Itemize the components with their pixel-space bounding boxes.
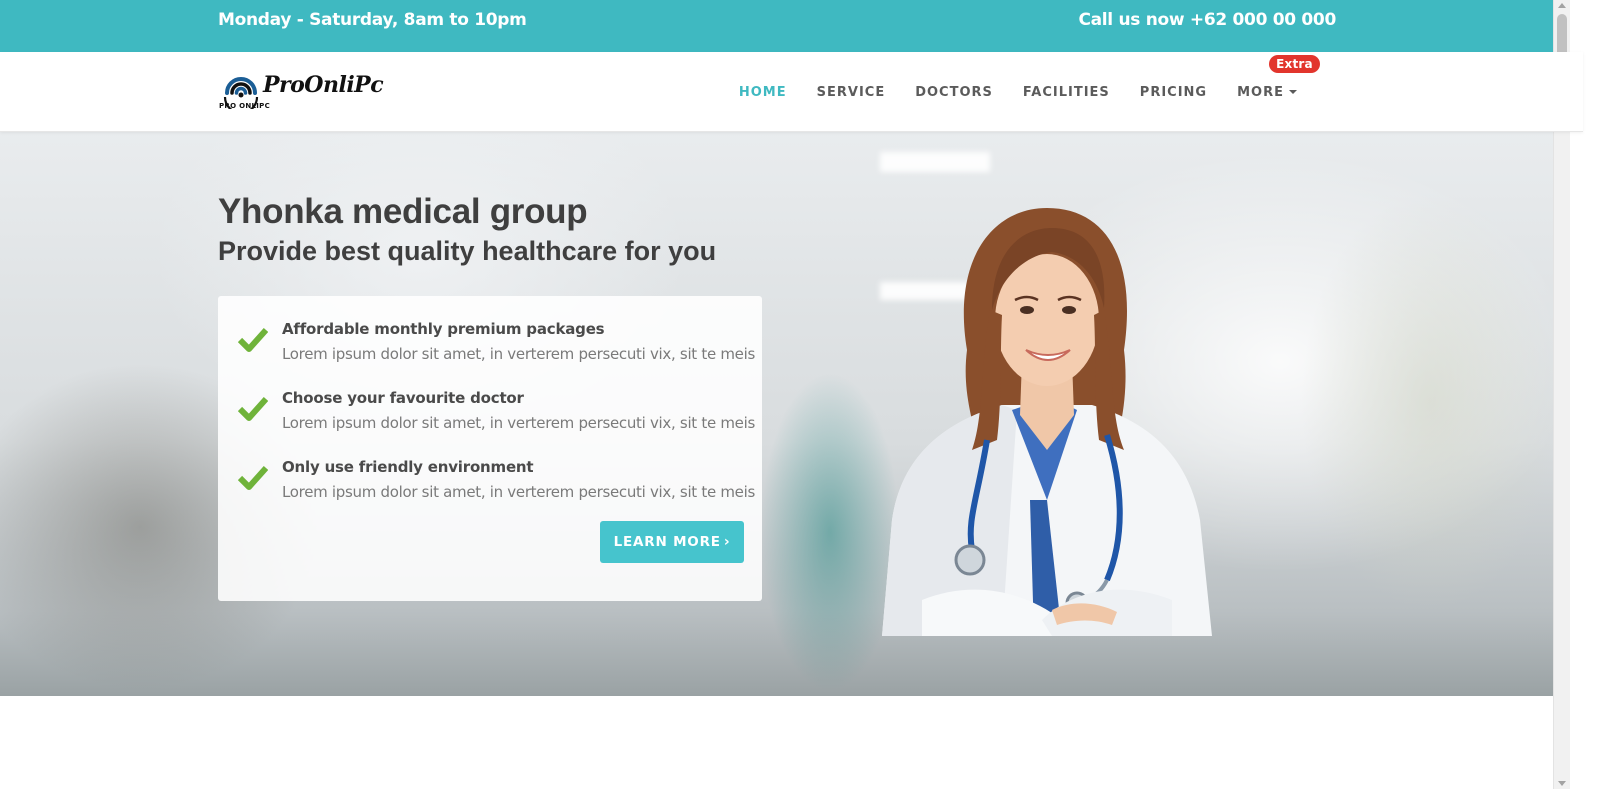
page: Monday - Saturday, 8am to 10pm Call us n… (0, 0, 1598, 789)
logo-subtext: PRO ONLIPC (219, 102, 271, 110)
feature-title: Only use friendly environment (282, 458, 534, 476)
feature-item: Choose your favourite doctor Lorem ipsum… (218, 385, 762, 445)
nav-service[interactable]: SERVICE (817, 85, 886, 100)
scroll-down-icon[interactable] (1558, 781, 1566, 786)
feature-description: Lorem ipsum dolor sit amet, in verterem … (282, 414, 755, 432)
feature-item: Only use friendly environment Lorem ipsu… (218, 454, 762, 514)
logo-name: ProOnliPc (263, 72, 384, 98)
phone-contact[interactable]: Call us now +62 000 00 000 (1078, 10, 1336, 30)
check-icon (238, 327, 268, 352)
scroll-up-icon[interactable] (1558, 3, 1566, 8)
logo[interactable]: ProOnliPc PRO ONLIPC (218, 70, 384, 114)
nav-more-label: MORE (1237, 84, 1284, 100)
opening-hours: Monday - Saturday, 8am to 10pm (218, 10, 527, 30)
learn-more-button[interactable]: LEARN MORE › (600, 521, 744, 563)
hero-subtitle: Provide best quality healthcare for you (218, 236, 717, 266)
features-card: Affordable monthly premium packages Lore… (218, 296, 762, 601)
check-icon (238, 396, 268, 421)
top-info-bar: Monday - Saturday, 8am to 10pm Call us n… (0, 0, 1583, 52)
nav-facilities[interactable]: FACILITIES (1023, 85, 1110, 100)
nav-pricing[interactable]: PRICING (1140, 85, 1207, 100)
hero-section: Yhonka medical group Provide best qualit… (0, 132, 1553, 696)
nav-home[interactable]: HOME (739, 85, 787, 100)
feature-item: Affordable monthly premium packages Lore… (218, 316, 762, 376)
caret-down-icon (1289, 90, 1297, 94)
navbar: ProOnliPc PRO ONLIPC HOME SERVICE DOCTOR… (0, 52, 1583, 132)
learn-more-label: LEARN MORE (613, 534, 721, 550)
chevron-right-icon: › (723, 534, 731, 550)
feature-title: Choose your favourite doctor (282, 389, 524, 407)
doctor-image (882, 208, 1212, 636)
check-icon (238, 465, 268, 490)
nav-more[interactable]: MORE Extra (1237, 54, 1320, 100)
feature-title: Affordable monthly premium packages (282, 320, 605, 338)
feature-description: Lorem ipsum dolor sit amet, in verterem … (282, 345, 755, 363)
content-area (0, 696, 1553, 789)
main-nav: HOME SERVICE DOCTORS FACILITIES PRICING … (709, 52, 1320, 132)
feature-description: Lorem ipsum dolor sit amet, in verterem … (282, 483, 755, 501)
extra-badge: Extra (1269, 54, 1320, 73)
nav-doctors[interactable]: DOCTORS (915, 85, 993, 100)
hero-title: Yhonka medical group (218, 192, 588, 231)
